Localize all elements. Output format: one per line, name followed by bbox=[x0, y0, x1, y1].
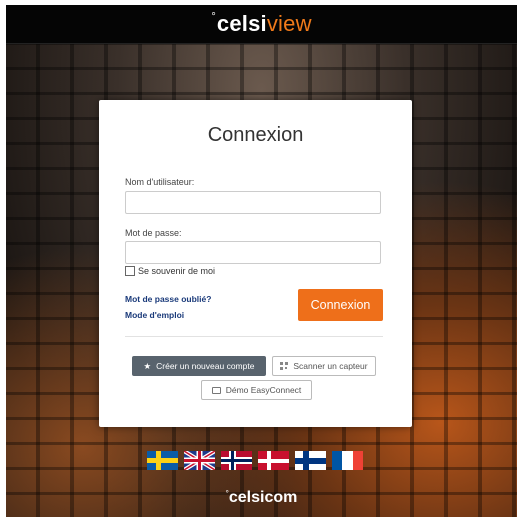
scan-sensor-button[interactable]: Scanner un capteur bbox=[272, 356, 376, 376]
username-label: Nom d'utilisateur: bbox=[125, 177, 195, 187]
create-account-button[interactable]: ★ Créer un nouveau compte bbox=[132, 356, 266, 376]
celsiview-logo[interactable]: °celsiview bbox=[211, 11, 311, 37]
demo-label: Démo EasyConnect bbox=[225, 385, 302, 395]
login-title: Connexion bbox=[207, 124, 304, 146]
username-input[interactable] bbox=[125, 191, 381, 214]
remember-checkbox[interactable] bbox=[125, 266, 135, 276]
qr-icon bbox=[280, 362, 289, 370]
flag-finland-icon[interactable] bbox=[295, 451, 326, 470]
remember-label: Se souvenir de moi bbox=[138, 266, 216, 276]
flag-denmark-icon[interactable] bbox=[258, 451, 289, 470]
password-label: Mot de passe: bbox=[125, 228, 182, 238]
celsicom-logo[interactable]: °celsicom bbox=[6, 489, 517, 507]
demo-button[interactable]: Démo EasyConnect bbox=[201, 380, 312, 400]
user-manual-link[interactable]: Mode d'emploi bbox=[125, 310, 184, 320]
flag-sweden-icon[interactable] bbox=[147, 451, 178, 470]
language-flags bbox=[147, 451, 363, 470]
divider bbox=[125, 336, 383, 337]
remember-me[interactable]: Se souvenir de moi bbox=[125, 266, 215, 276]
scan-sensor-label: Scanner un capteur bbox=[293, 361, 368, 371]
flag-norway-icon[interactable] bbox=[221, 451, 252, 470]
star-icon: ★ bbox=[143, 360, 152, 371]
login-button[interactable]: Connexion bbox=[298, 289, 383, 321]
flag-france-icon[interactable] bbox=[332, 451, 363, 470]
header-bar: °celsiview bbox=[6, 5, 517, 44]
flag-uk-icon[interactable] bbox=[184, 451, 215, 470]
create-account-label: Créer un nouveau compte bbox=[156, 361, 255, 371]
page-frame: °celsiview Connexion Nom d'utilisateur: … bbox=[6, 5, 517, 517]
password-input[interactable] bbox=[125, 241, 381, 264]
device-icon bbox=[211, 386, 221, 394]
forgot-password-link[interactable]: Mot de passe oublié? bbox=[125, 294, 211, 304]
login-card: Connexion Nom d'utilisateur: Mot de pass… bbox=[99, 100, 412, 427]
